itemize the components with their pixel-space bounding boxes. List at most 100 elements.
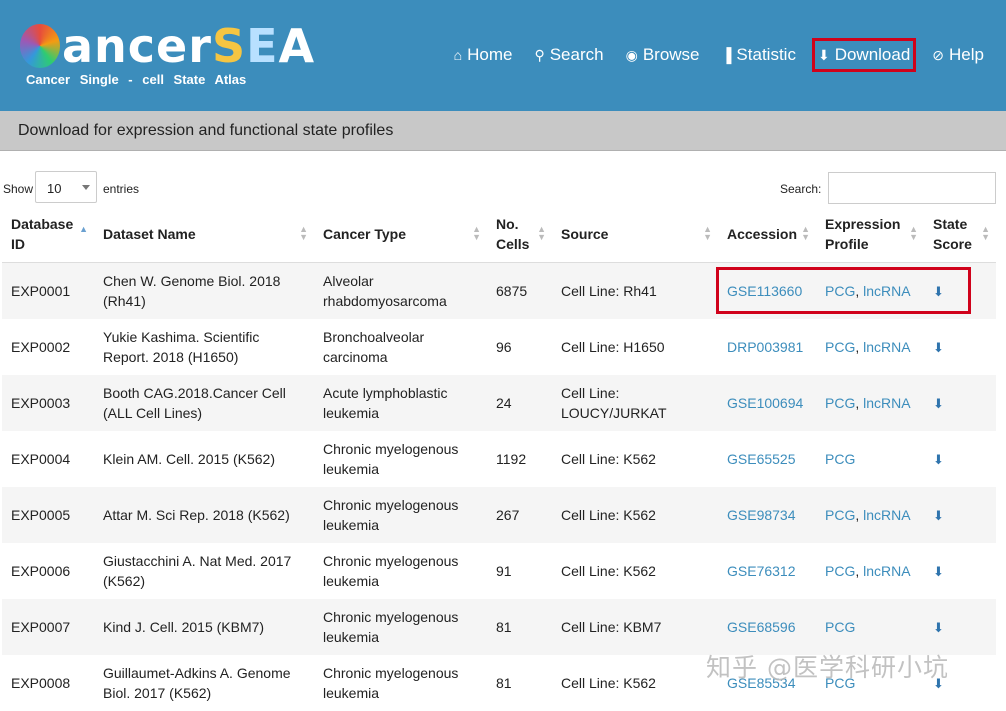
nav-help[interactable]: ⊘ Help (928, 40, 988, 70)
cancersea-logo[interactable]: ancerSEA Cancer Single - cell State Atla… (20, 20, 314, 92)
header-expression-profile[interactable]: Expression Profile ▲ ▼ (816, 205, 924, 263)
logo-c-icon (20, 24, 60, 68)
cell-accession: GSE113660 (718, 262, 816, 319)
accession-link[interactable]: GSE68596 (727, 619, 796, 635)
bar-chart-icon: ▐ (721, 47, 732, 63)
download-icon[interactable]: ⬇ (933, 340, 944, 355)
lncrna-link[interactable]: lncRNA (863, 507, 910, 523)
cell-cancer-type: Alveolar rhabdomyosarcoma (314, 262, 487, 319)
header-source[interactable]: Source ▲ ▼ (552, 205, 718, 263)
cell-cancer-type: Bronchoalveolar carcinoma (323, 329, 425, 365)
header-database-id[interactable]: Database ID ▲ (2, 205, 94, 263)
table-row: EXP0001 Chen W. Genome Biol. 2018 (Rh41) A… (2, 262, 996, 319)
cell-no-cells: 96 (496, 339, 512, 355)
cell-state-score: ⬇ (924, 431, 996, 487)
download-icon[interactable]: ⬇ (933, 620, 944, 635)
header-accession[interactable]: Accession ▲ ▼ (718, 205, 816, 263)
accession-link[interactable]: DRP003981 (727, 339, 803, 355)
accession-link[interactable]: GSE98734 (727, 507, 796, 523)
show-label: Show (3, 182, 34, 196)
cell-database-id: EXP0005 (2, 487, 94, 543)
search-icon: ⚲ (534, 46, 545, 63)
cell-database-id: EXP0008 (11, 675, 71, 691)
download-icon[interactable]: ⬇ (933, 508, 944, 523)
table-row: EXP0002 Yukie Kashima. Scientific Report.… (2, 319, 996, 375)
cell-dataset-name: Booth CAG.2018.Cancer Cell (ALL Cell Lin… (94, 375, 314, 431)
cell-database-id: EXP0002 (11, 339, 71, 355)
cell-no-cells: 6875 (487, 262, 552, 319)
cell-expression-profile: PCG (816, 431, 924, 487)
cell-database-id: EXP0001 (2, 262, 94, 319)
cell-cancer-type: Chronic myelogenous leukemia (323, 553, 459, 589)
cell-source: Cell Line: K562 (561, 675, 656, 691)
nav-download[interactable]: ⬇ Download (811, 38, 917, 72)
header-dataset-name[interactable]: Dataset Name ▲ ▼ (94, 205, 314, 263)
main-nav: ⌂ Home ⚲ Search ◉ Browse ▐ Statistic ⬇ Downlo… (450, 38, 988, 72)
pcg-link[interactable]: PCG (825, 563, 855, 579)
cell-cancer-type: Chronic myelogenous leukemia (314, 487, 487, 543)
pcg-link[interactable]: PCG (825, 507, 855, 523)
navbar: ancerSEA Cancer Single - cell State Atla… (0, 0, 1006, 111)
cell-accession: GSE85534 (718, 655, 816, 711)
pcg-link[interactable]: PCG (825, 451, 855, 467)
download-icon[interactable]: ⬇ (933, 396, 944, 411)
pcg-link[interactable]: PCG (825, 395, 855, 411)
help-icon: ⊘ (932, 46, 945, 63)
cell-source: Cell Line: K562 (552, 487, 718, 543)
download-icon[interactable]: ⬇ (933, 452, 944, 467)
header-cancer-type[interactable]: Cancer Type ▲ ▼ (314, 205, 487, 263)
download-icon: ⬇ (817, 46, 830, 63)
cell-cancer-type: Chronic myelogenous leukemia (314, 599, 487, 655)
nav-search[interactable]: ⚲ Search (530, 40, 607, 70)
cell-no-cells: 91 (496, 563, 512, 579)
cell-no-cells: 267 (487, 487, 552, 543)
search-input[interactable] (828, 172, 996, 204)
page-size-select[interactable]: 10 (35, 171, 97, 203)
cell-dataset-name: Chen W. Genome Biol. 2018 (Rh41) (94, 262, 314, 319)
cell-database-id: EXP0006 (11, 563, 71, 579)
logo-title: ancerSEA (20, 20, 315, 72)
lncrna-link[interactable]: lncRNA (863, 283, 910, 299)
cell-state-score: ⬇ (924, 262, 996, 319)
accession-link[interactable]: GSE76312 (727, 563, 796, 579)
download-icon[interactable]: ⬇ (933, 564, 944, 579)
table-row: EXP0003 Booth CAG.2018.Cancer Cell (ALL C… (2, 375, 996, 431)
cell-cancer-type: Chronic myelogenous leukemia (323, 665, 459, 701)
accession-link[interactable]: GSE113660 (727, 283, 802, 299)
cell-dataset-name: Kind J. Cell. 2015 (KBM7) (94, 599, 314, 655)
cell-state-score: ⬇ (924, 599, 996, 655)
datasets-table: Database ID ▲ Dataset Name ▲ ▼ Cancer Type ▲… (2, 205, 996, 711)
accession-link[interactable]: GSE65525 (727, 451, 796, 467)
lncrna-link[interactable]: lncRNA (863, 395, 910, 411)
nav-browse[interactable]: ◉ Browse (622, 40, 704, 70)
accession-link[interactable]: GSE100694 (727, 395, 803, 411)
accession-link[interactable]: GSE85534 (727, 675, 796, 691)
cell-dataset-name: Guillaumet-Adkins A. Genome Biol. 2017 (… (103, 665, 291, 701)
table-row: EXP0006 Giustacchini A. Nat Med. 2017 (K5… (2, 543, 996, 599)
pcg-link[interactable]: PCG (825, 619, 855, 635)
header-no-cells[interactable]: No. Cells ▲ ▼ (487, 205, 552, 263)
nav-home[interactable]: ⌂ Home (450, 40, 517, 70)
lncrna-link[interactable]: lncRNA (863, 563, 910, 579)
download-icon[interactable]: ⬇ (933, 284, 944, 299)
cell-accession: GSE68596 (718, 599, 816, 655)
table-row: EXP0007 Kind J. Cell. 2015 (KBM7) Chronic … (2, 599, 996, 655)
header-state-score[interactable]: State Score ▲ ▼ (924, 205, 996, 263)
cell-expression-profile: PCG, lncRNA (825, 563, 911, 579)
pcg-link[interactable]: PCG (825, 283, 855, 299)
sort-icon: ▲ ▼ (801, 224, 810, 242)
cell-accession: DRP003981 (718, 319, 816, 375)
sort-icon: ▲ ▼ (981, 224, 990, 242)
nav-statistic[interactable]: ▐ Statistic (718, 40, 800, 70)
lncrna-link[interactable]: lncRNA (863, 339, 910, 355)
pcg-link[interactable]: PCG (825, 339, 855, 355)
pcg-link[interactable]: PCG (825, 675, 855, 691)
sort-icon: ▲ ▼ (909, 224, 918, 242)
home-icon: ⌂ (453, 47, 463, 63)
cell-source: Cell Line: KBM7 (552, 599, 718, 655)
download-icon[interactable]: ⬇ (933, 676, 944, 691)
cell-expression-profile: PCG, lncRNA (816, 262, 924, 319)
cell-state-score: ⬇ (924, 543, 996, 599)
chevron-down-icon (82, 185, 90, 190)
cell-expression-profile: PCG, lncRNA (816, 487, 924, 543)
